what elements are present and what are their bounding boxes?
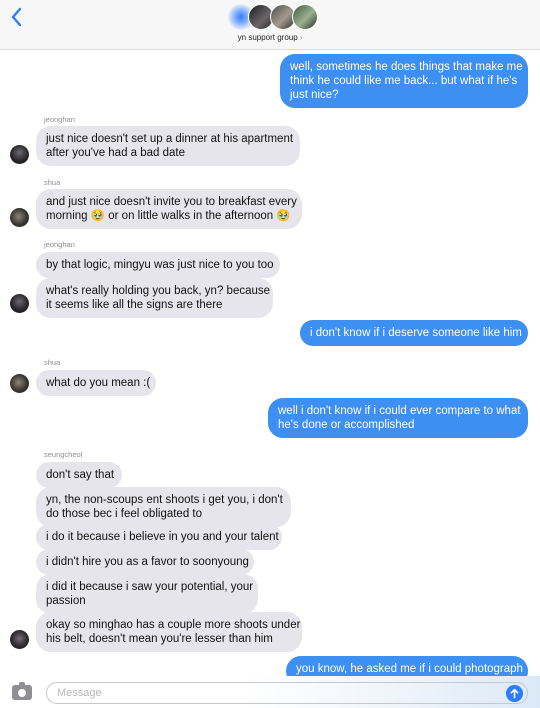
message-input[interactable] <box>46 682 528 704</box>
sender-avatar[interactable] <box>10 145 29 164</box>
message-line: just nice doesn't set up a dinner at his… <box>46 133 294 145</box>
conversation-header: yn support group › <box>0 0 540 50</box>
sender-name: jeonghan <box>44 115 75 124</box>
message-line: it seems like all the signs are there <box>46 299 223 311</box>
message-line: i did it because i saw your potential, y… <box>46 581 254 593</box>
message-line: yn, the non-scoups ent shoots i get you,… <box>46 494 283 506</box>
incoming-message-bubble: what's really holding you back, yn? beca… <box>36 278 273 318</box>
message-line: by that logic, mingyu was just nice to y… <box>46 259 274 271</box>
sender-name: shua <box>44 178 61 187</box>
message-line: i don't know if i deserve someone like h… <box>310 327 522 339</box>
sender-name: jeonghan <box>44 240 75 249</box>
sender-name: shua <box>44 358 61 367</box>
incoming-message-bubble: i didn't hire you as a favor to soonyoun… <box>36 549 254 575</box>
sender-avatar[interactable] <box>10 294 29 313</box>
message-line: i didn't hire you as a favor to soonyoun… <box>46 556 249 568</box>
incoming-message-bubble: okay so minghao has a couple more shoots… <box>36 612 302 652</box>
send-arrow-up-icon[interactable] <box>506 685 523 702</box>
message-line: okay so minghao has a couple more shoots… <box>46 619 301 631</box>
message-line: and just nice doesn't invite you to brea… <box>46 196 297 208</box>
outgoing-message-bubble: i don't know if i deserve someone like h… <box>300 320 528 346</box>
sender-avatar[interactable] <box>10 630 29 649</box>
incoming-message-bubble: yn, the non-scoups ent shoots i get you,… <box>36 487 291 527</box>
outgoing-message-bubble: well i don't know if i could ever compar… <box>268 398 528 438</box>
incoming-message-bubble: just nice doesn't set up a dinner at his… <box>36 126 300 166</box>
incoming-message-bubble: and just nice doesn't invite you to brea… <box>36 189 302 229</box>
group-name[interactable]: yn support group › <box>0 33 540 42</box>
sender-avatar[interactable] <box>10 208 29 227</box>
message-line: do those bec i feel obligated to <box>46 508 203 520</box>
message-line: morning 🥹 or on little walks in the afte… <box>46 210 291 222</box>
incoming-message-bubble: i do it because i believe in you and you… <box>36 524 282 550</box>
group-avatars[interactable] <box>228 4 318 30</box>
message-line: don't say that <box>46 469 115 481</box>
camera-icon[interactable] <box>12 682 32 700</box>
sender-name: seungcheol <box>44 450 83 459</box>
chevron-right-icon: › <box>299 33 303 42</box>
back-chevron-icon[interactable] <box>8 6 26 28</box>
incoming-message-bubble: i did it because i saw your potential, y… <box>36 574 258 614</box>
message-line: what do you mean :( <box>46 377 151 389</box>
group-avatar <box>292 4 318 30</box>
incoming-message-bubble: by that logic, mingyu was just nice to y… <box>36 252 280 278</box>
incoming-message-bubble: don't say that <box>36 462 122 488</box>
message-line: well, sometimes he does things that make… <box>290 61 523 73</box>
message-line: you know, he asked me if i could photogr… <box>296 663 523 675</box>
message-line: well i don't know if i could ever compar… <box>278 405 521 417</box>
outgoing-message-bubble: well, sometimes he does things that make… <box>280 54 528 108</box>
message-line: he's done or accomplished <box>278 419 415 431</box>
message-line: what's really holding you back, yn? beca… <box>46 285 271 297</box>
message-line: after you've had a bad date <box>46 147 186 159</box>
message-line: passion <box>46 595 86 607</box>
message-input-bar <box>0 676 540 708</box>
incoming-message-bubble: what do you mean :( <box>36 370 156 396</box>
message-line: think he could like me back... but what … <box>290 75 518 87</box>
sender-avatar[interactable] <box>10 374 29 393</box>
message-line: i do it because i believe in you and you… <box>46 531 279 543</box>
message-line: his belt, doesn't mean you're lesser tha… <box>46 633 273 645</box>
message-line: just nice? <box>290 89 339 101</box>
